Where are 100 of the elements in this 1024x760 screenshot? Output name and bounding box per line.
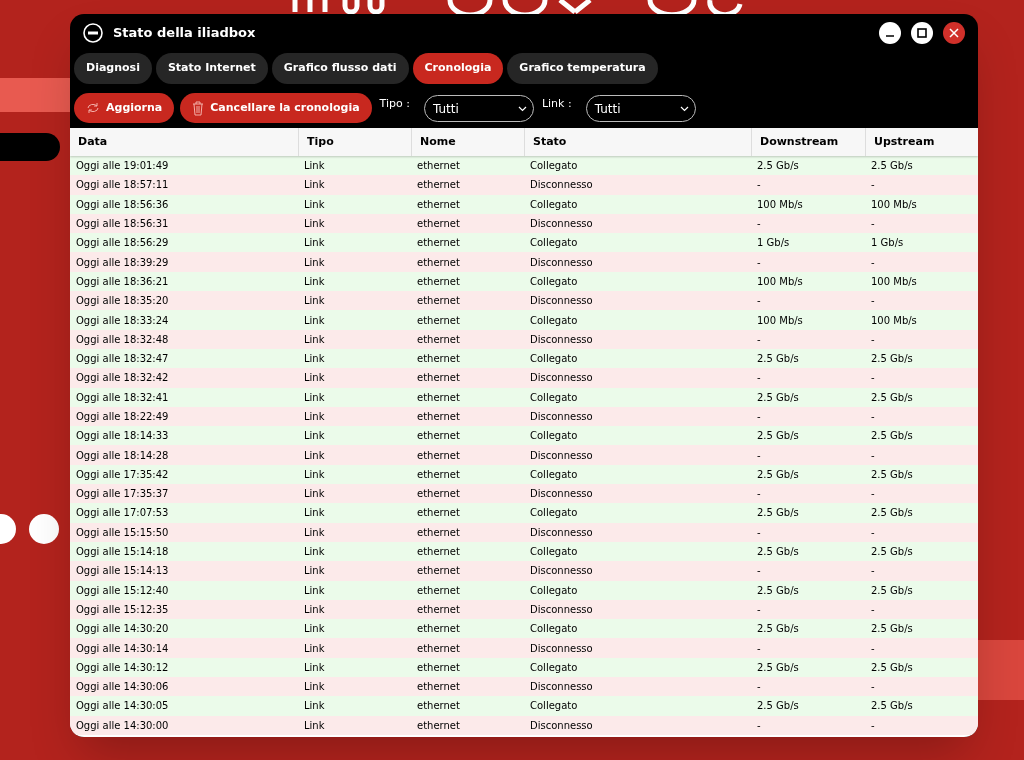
table-cell-text: ethernet	[417, 236, 460, 251]
table-cell-text: Link	[304, 641, 325, 656]
close-button[interactable]	[943, 22, 965, 44]
refresh-icon	[86, 102, 100, 114]
tab[interactable]: Diagnosi	[74, 53, 152, 84]
table-cell-text: ethernet	[417, 660, 460, 675]
table-cell-text: Disconnesso	[530, 602, 593, 617]
table-cell-text: Collegato	[530, 699, 578, 714]
table-cell-text: ethernet	[417, 371, 460, 386]
table-cell-text: 100 Mb/s	[871, 197, 917, 212]
table-cell-text: Disconnesso	[530, 217, 593, 232]
table-cell-text: 2.5 Gb/s	[871, 390, 913, 405]
table-cell-text: ethernet	[417, 699, 460, 714]
table-cell-text: -	[871, 641, 875, 656]
table-cell-text: Disconnesso	[530, 371, 593, 386]
table-cell-text: Collegato	[530, 159, 578, 174]
table-cell-text: Link	[304, 313, 325, 328]
table-cell-text: Collegato	[530, 390, 578, 405]
table-cell-text: ethernet	[417, 390, 460, 405]
column-header[interactable]: Data	[70, 128, 298, 156]
maximize-button[interactable]	[911, 22, 933, 44]
tab[interactable]: Grafico temperatura	[507, 53, 658, 84]
table-cell-text: Link	[304, 525, 325, 540]
table-cell-text: -	[757, 680, 761, 695]
table-cell-text: Collegato	[530, 429, 578, 444]
table-cell-text: -	[757, 294, 761, 309]
table-cell-text: Link	[304, 217, 325, 232]
table-cell-text: Oggi alle 14:30:00	[76, 718, 169, 733]
table-cell-text: ethernet	[417, 545, 460, 560]
table-cell-text: Disconnesso	[530, 641, 593, 656]
table-cell-text: 100 Mb/s	[871, 313, 917, 328]
table-cell-text: Link	[304, 506, 325, 521]
table-cell-text: 100 Mb/s	[757, 197, 803, 212]
table-cell-text: Oggi alle 18:33:24	[76, 313, 169, 328]
table-cell-text: -	[757, 255, 761, 270]
close-icon	[949, 28, 959, 38]
table-cell-text: ethernet	[417, 506, 460, 521]
table-cell-text: -	[871, 294, 875, 309]
table-cell-text: Link	[304, 583, 325, 598]
table-cell-text: -	[757, 448, 761, 463]
table-cell-text: Oggi alle 18:32:48	[76, 332, 169, 347]
chevron-icon	[679, 105, 689, 112]
table-cell-text: 2.5 Gb/s	[757, 583, 799, 598]
tab[interactable]: Cronologia	[412, 53, 504, 84]
table-cell-text: -	[871, 178, 875, 193]
table-cell-text: Link	[304, 448, 325, 463]
maximize-icon	[917, 28, 927, 38]
table-cell-text: -	[757, 178, 761, 193]
table-cell-text: -	[871, 448, 875, 463]
table-cell-text: Oggi alle 18:57:11	[76, 178, 169, 193]
table-cell-text: 2.5 Gb/s	[871, 545, 913, 560]
refresh-button[interactable]: Aggiorna	[74, 93, 175, 123]
table-cell-text: ethernet	[417, 429, 460, 444]
table-cell-text: Collegato	[530, 236, 578, 251]
filter-dropdown[interactable]: Tutti	[423, 95, 534, 122]
table-cell-text: -	[757, 525, 761, 540]
table-cell-text: Link	[304, 197, 325, 212]
app-icon	[83, 23, 103, 43]
table-cell-text: 2.5 Gb/s	[757, 699, 799, 714]
table-cell-text: 2.5 Gb/s	[757, 660, 799, 675]
table-cell-text: 2.5 Gb/s	[871, 506, 913, 521]
table-cell-text: Collegato	[530, 352, 578, 367]
table-cell-text: Collegato	[530, 660, 578, 675]
table-cell-text: ethernet	[417, 467, 460, 482]
table-cell-text: 100 Mb/s	[757, 274, 803, 289]
table-cell-text: 2.5 Gb/s	[757, 622, 799, 637]
table-cell-text: Disconnesso	[530, 525, 593, 540]
table-cell-text: Oggi alle 18:32:47	[76, 352, 169, 367]
table-cell-text: Disconnesso	[530, 294, 593, 309]
table-cell-text: Collegato	[530, 622, 578, 637]
table-cell-text: ethernet	[417, 217, 460, 232]
table-cell-text: ethernet	[417, 641, 460, 656]
table-cell-text: Oggi alle 18:14:33	[76, 429, 169, 444]
table-cell-text: ethernet	[417, 525, 460, 540]
table-cell-text: 100 Mb/s	[871, 274, 917, 289]
table-cell-text: Link	[304, 410, 325, 424]
table-cell-text: 2.5 Gb/s	[871, 159, 913, 174]
tab[interactable]: Stato Internet	[155, 53, 268, 84]
table-cell-text: -	[871, 487, 875, 502]
table-cell-text: Link	[304, 352, 325, 367]
table-cell-text: -	[871, 564, 875, 579]
table-cell-text: 1 Gb/s	[757, 236, 790, 251]
table-cell-text: Link	[304, 255, 325, 270]
table-cell-text: 2.5 Gb/s	[757, 506, 799, 521]
filter-dropdown[interactable]: Tutti	[585, 95, 696, 122]
table-cell-text: Oggi alle 18:56:29	[76, 236, 169, 251]
table-cell-text: Link	[304, 660, 325, 675]
table-cell-text: Disconnesso	[530, 178, 593, 193]
table-cell-text: Link	[304, 680, 325, 695]
table-cell-text: Collegato	[530, 313, 578, 328]
table-cell-text: Collegato	[530, 506, 578, 521]
table-cell-text: -	[871, 332, 875, 347]
table-cell-text: 2.5 Gb/s	[757, 352, 799, 367]
table-cell-text: Disconnesso	[530, 332, 593, 347]
tab[interactable]: Grafico flusso dati	[271, 53, 409, 84]
clear-history-button[interactable]: Cancellare la cronologia	[180, 93, 372, 123]
table-cell-text: 100 Mb/s	[757, 313, 803, 328]
background-stripe	[0, 78, 70, 112]
minimize-button[interactable]	[879, 22, 901, 44]
table-cell-text: -	[871, 371, 875, 386]
